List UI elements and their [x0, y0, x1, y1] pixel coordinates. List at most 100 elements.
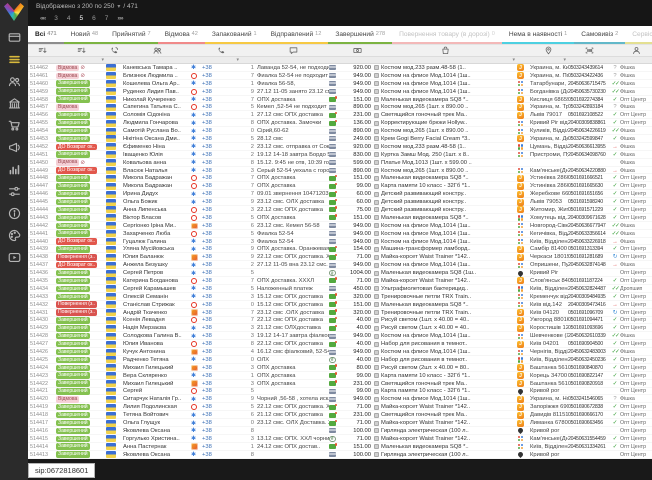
table-row[interactable]: 514452ДО Возврат ок..Єфименко Ніна✱+3822… — [28, 143, 652, 151]
table-row[interactable]: 514457ВідмоваСапегина Татьяна С..+385Кем… — [28, 103, 652, 111]
table-row[interactable]: 514430ЗавершенийКсенія Левадня+38722.12 … — [28, 317, 652, 325]
table-row[interactable]: 514437ДО Возврат ок..Анжела Безушку✱+382… — [28, 261, 652, 269]
table-row[interactable]: 514439ЗавершенийУляна Мусійовська✱+389ОП… — [28, 245, 652, 253]
table-row[interactable]: 514424ЗавершенийМихаил Гилецький+383ОПХ … — [28, 364, 652, 372]
column-header-country[interactable] — [106, 45, 123, 56]
column-header-ttn[interactable] — [568, 45, 610, 56]
table-row[interactable]: 514432Повернення (з..Станіслав Стрижак+3… — [28, 301, 652, 309]
info-icon — [8, 207, 21, 225]
table-row[interactable]: 514456ЗавершенийСоломія Сідоніна✱+38127.… — [28, 111, 652, 119]
table-row[interactable]: 514431Повернення (з..Андрій Ткаченко+387… — [28, 309, 652, 317]
column-header-address[interactable] — [528, 45, 568, 56]
pager-page-5[interactable]: 5 — [79, 15, 83, 22]
table-row[interactable]: 514449ДО Возврат ок..Власюк Наталья✱+383… — [28, 167, 652, 175]
sidebar-item-statistics[interactable] — [0, 161, 28, 183]
table-row[interactable]: 514434ЗавершенийСергей Карамышев✱+385Нал… — [28, 285, 652, 293]
table-row[interactable]: 514428ЗавершенийСолодкова Галина В..✱+38… — [28, 332, 652, 340]
table-row[interactable]: 514413ЗавершенийЯковлева Оксана✱+388100.… — [28, 451, 652, 459]
table-row[interactable]: 514458ЗавершенийНиколай Кучеренко✱+387ОП… — [28, 96, 652, 104]
status-tab-3[interactable]: Відмова42 — [158, 26, 205, 44]
table-row[interactable]: 514436ЗавершенийСергей Петров✱+385₴1004.… — [28, 269, 652, 277]
cell-payment — [329, 411, 341, 419]
status-tab-9[interactable]: Самовивіз2 — [574, 26, 625, 44]
table-row[interactable]: 514440ДО Возврат ок..Гуцалюк Галина✱+383… — [28, 238, 652, 246]
sidebar-item-dashboard[interactable] — [0, 29, 28, 51]
table-row[interactable]: 514423ЗавершенийВера Скляренко✱+381ОПХ д… — [28, 372, 652, 380]
pager-first-button[interactable]: «« — [40, 15, 45, 22]
cell-status: Завершений — [56, 182, 106, 190]
sidebar-item-companies[interactable] — [0, 95, 28, 117]
table-row[interactable]: 514462Відмова⊘Каневська Тамара ..✱+381Ла… — [28, 64, 652, 72]
sidebar-item-purchases[interactable] — [0, 117, 28, 139]
table-row[interactable]: 514460ЗавершенийКошелева Ольга Ар..✱+381… — [28, 80, 652, 88]
table-row[interactable]: 514446ЗавершенийИрина Дидух✱+38709.01 зв… — [28, 190, 652, 198]
table-row[interactable]: 514450Відмова⊘Ковальова анна✱+38815.12. … — [28, 159, 652, 167]
column-header-status[interactable] — [56, 45, 106, 56]
sidebar-item-appearance[interactable] — [0, 227, 28, 249]
table-row[interactable]: 514427ЗавершенийЮлия Иванова+38822.12 см… — [28, 340, 652, 348]
cell-site: Фішка — [620, 135, 652, 143]
table-row[interactable]: 514425ЗавершенийРадченко Тетяна✱+380ОЛХ₴… — [28, 356, 652, 364]
status-tab-4[interactable]: Запакований1 — [205, 26, 264, 44]
column-header-phone[interactable] — [202, 45, 241, 56]
column-header-payment[interactable] — [329, 45, 341, 56]
table-row[interactable]: 514414ЗавершенийАнна Пастернак+38124.12 … — [28, 443, 652, 451]
column-header-products[interactable] — [373, 45, 517, 56]
pager-page-7[interactable]: 7 — [105, 15, 109, 22]
table-row[interactable]: 514421ЗавершенийСергей+38599.00Карта пам… — [28, 388, 652, 396]
app-logo-icon[interactable] — [4, 3, 24, 21]
table-row[interactable]: 514416ЗавершенийЯковлева Оксана✱+388100.… — [28, 427, 652, 435]
table-row[interactable]: 514422ЗавершенийМихаил Гилецький+383ОПХ … — [28, 380, 652, 388]
column-header-ttn-status[interactable] — [610, 45, 620, 56]
table-row[interactable]: 514443ЗавершенийВіктор Власов+385ОПХ дос… — [28, 214, 652, 222]
product-box-icon — [374, 144, 379, 149]
table-row[interactable]: 514448ЗавершенийМикола Бадражан+387ОПХ д… — [28, 174, 652, 182]
table-row[interactable]: 514451ЗавершенийІващенко Юлія✱+38219.12 … — [28, 151, 652, 159]
table-row[interactable]: 514429ЗавершенийНадія Мерзаєва✱+38321.12… — [28, 324, 652, 332]
column-header-sum[interactable] — [341, 45, 373, 56]
column-header-calls[interactable] — [241, 45, 257, 56]
sidebar-item-settings[interactable] — [0, 183, 28, 205]
status-tab-8[interactable]: Нема в наявності1 — [502, 26, 574, 44]
table-row[interactable]: 514454ЗавершенийСамотій Руслана Во..✱+38… — [28, 127, 652, 135]
table-row[interactable]: 514455ЗавершенийЛюдмила Гончарова✱+388ОП… — [28, 119, 652, 127]
column-header-client[interactable] — [123, 45, 191, 56]
pager-last-button[interactable]: »» — [117, 15, 122, 22]
table-row[interactable]: 514435ЗавершенийКатерина Богданова+387ОП… — [28, 277, 652, 285]
table-row[interactable]: 514438Повернення (з..Юлия Баланюк+38922.… — [28, 253, 652, 261]
sidebar-item-video[interactable] — [0, 249, 28, 271]
table-row[interactable]: 514419ЗавершенийЛилия Подолинская+38522.… — [28, 403, 652, 411]
sidebar-item-campaigns[interactable] — [0, 139, 28, 161]
table-row[interactable]: 514433ЗавершенийОлексій Семанін✱+38315.1… — [28, 293, 652, 301]
table-row[interactable]: 514441ЗавершенийЗахарченко Люба+385Фиалк… — [28, 230, 652, 238]
table-row[interactable]: 514417ЗавершенийОльга Глущук✱+38023.12 с… — [28, 419, 652, 427]
column-header-carrier[interactable] — [517, 45, 528, 56]
table-row[interactable]: 514426ЗавершенийКучук Антонина+38416.12 … — [28, 348, 652, 356]
page-size-caret-icon[interactable]: ▾ — [117, 4, 120, 10]
sidebar-item-clients[interactable] — [0, 73, 28, 95]
table-row[interactable]: 514420ВідмоваСитарчук Наталія Гр..✱+389Ч… — [28, 395, 652, 403]
filter-phone[interactable]: ▾ — [202, 57, 241, 63]
column-header-site[interactable] — [620, 45, 652, 56]
table-row[interactable]: 514444ЗавершенийАнна Липенська+38322.12 … — [28, 206, 652, 214]
table-row[interactable]: 514459ЗавершенийРуденко Лидия Пав..+3892… — [28, 88, 652, 96]
column-header-order-id[interactable] — [28, 45, 56, 56]
sidebar-item-info[interactable] — [0, 205, 28, 227]
cell-carrier — [517, 261, 528, 269]
filter-products[interactable]: ▾ — [373, 57, 517, 63]
table-row[interactable]: 514418ЗавершенийТетяна Войтович✱+38621.1… — [28, 411, 652, 419]
table-row[interactable]: 514461Відмова⊘Близнюк Людмила ..+387Фиал… — [28, 72, 652, 80]
table-row[interactable]: 514415ЗавершенийГоргулько Христина..✱+38… — [28, 435, 652, 443]
table-row[interactable]: 514447ЗавершенийМикола Бадражан+387ОПХ д… — [28, 182, 652, 190]
table-row[interactable]: 514442ЗавершенийСергіонко Іріна Ми..+386… — [28, 222, 652, 230]
filter-address[interactable]: ▾ — [528, 57, 568, 63]
table-row[interactable]: 514445ЗавершенийОльга Божик✱+38923.12 см… — [28, 198, 652, 206]
sidebar-item-orders[interactable] — [0, 51, 28, 73]
column-header-source[interactable] — [191, 45, 202, 56]
column-header-comment[interactable] — [257, 45, 329, 56]
pager-page-3[interactable]: 3 — [54, 15, 58, 22]
filter-status[interactable]: ▾ — [56, 57, 106, 63]
pager-page-6[interactable]: 6 — [92, 15, 96, 22]
pager-page-4[interactable]: 4 — [67, 15, 71, 22]
table-row[interactable]: 514453ЗавершенийНікітіна Оксана Дми..✱+3… — [28, 135, 652, 143]
